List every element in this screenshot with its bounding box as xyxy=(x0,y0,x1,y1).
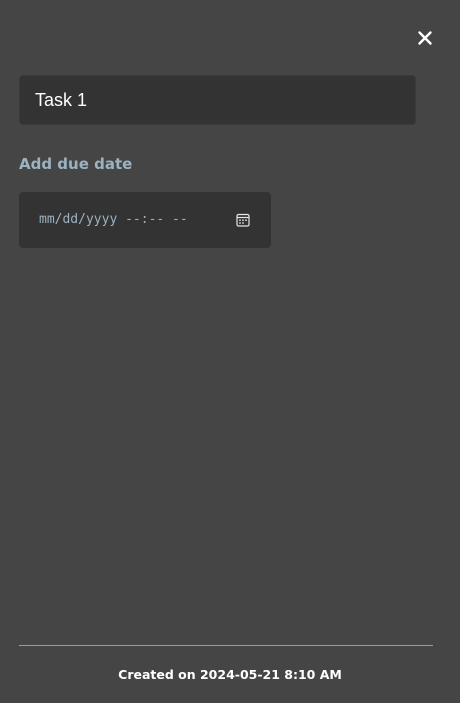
created-timestamp: Created on 2024-05-21 8:10 AM xyxy=(118,667,342,682)
add-due-date-label[interactable]: Add due date xyxy=(19,154,132,174)
due-date-placeholder: mm/dd/yyyy --:-- -- xyxy=(39,212,188,227)
due-date-input[interactable]: mm/dd/yyyy --:-- -- xyxy=(19,192,271,248)
task-detail-panel: Add due date mm/dd/yyyy --:-- -- Created… xyxy=(0,0,460,703)
calendar-icon[interactable] xyxy=(236,213,250,227)
footer-divider xyxy=(19,645,433,646)
task-title-input[interactable] xyxy=(19,75,416,125)
close-button[interactable] xyxy=(413,26,437,50)
close-icon xyxy=(418,31,432,45)
